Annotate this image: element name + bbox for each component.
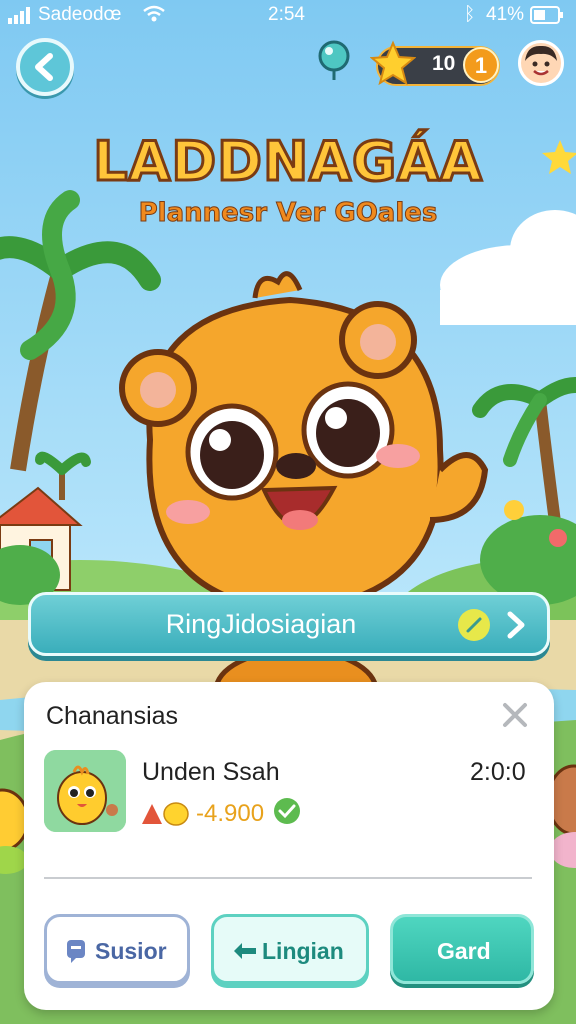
chevron-right-icon xyxy=(507,611,525,639)
coin-count: 10 xyxy=(432,52,456,75)
avatar[interactable] xyxy=(518,40,564,86)
clock-label: 2:54 xyxy=(268,4,305,25)
reward-card: Chanansias Unden Ssah 2:0:0 -4.900 Susio… xyxy=(24,682,554,1010)
card-title: Chanansias xyxy=(46,702,179,730)
map-pin-button[interactable] xyxy=(314,40,354,80)
user-face-icon xyxy=(525,45,557,76)
star-badge-icon xyxy=(370,40,416,86)
wifi-icon xyxy=(143,5,165,22)
battery-label: 41% xyxy=(486,4,525,25)
item-name: Unden Ssah xyxy=(142,758,280,786)
item-thumbnail xyxy=(44,750,126,832)
arrows-icon xyxy=(234,943,256,959)
back-button[interactable] xyxy=(16,38,74,96)
main-action-button[interactable]: RingJidosiagian xyxy=(28,592,550,656)
item-time: 2:0:0 xyxy=(470,758,526,786)
badge-icons xyxy=(142,802,189,826)
item-price: -4.900 xyxy=(196,800,265,827)
battery-icon xyxy=(530,6,563,24)
gard-button[interactable]: Gard xyxy=(390,914,534,984)
carrier-label: Sadeodœ xyxy=(38,4,122,25)
coin-icon: 1 xyxy=(463,47,499,83)
message-icon xyxy=(67,940,85,963)
signal-icon xyxy=(8,7,30,24)
close-icon[interactable] xyxy=(500,700,530,730)
game-subtitle: Plannesr Ver GOales xyxy=(138,198,438,229)
status-bar: Sadeodœ 2:54 ᛒ 41% xyxy=(0,0,576,30)
lingian-button[interactable]: Lingian xyxy=(211,914,369,984)
chick-character-icon xyxy=(44,750,126,832)
check-circle-icon xyxy=(274,798,300,824)
chevron-left-icon xyxy=(35,53,53,81)
map-pin-icon xyxy=(318,40,350,80)
gard-label: Gard xyxy=(437,938,491,964)
game-title: LADDNAGÁA xyxy=(92,129,484,195)
main-action-label: RingJidosiagian xyxy=(165,609,357,639)
susior-label: Susior xyxy=(95,938,167,964)
pencil-check-icon xyxy=(458,609,490,641)
divider xyxy=(44,877,532,879)
bluetooth-icon: ᛒ xyxy=(464,4,476,25)
susior-button[interactable]: Susior xyxy=(44,914,190,984)
svg-text:1: 1 xyxy=(475,53,487,78)
lingian-label: Lingian xyxy=(262,938,344,964)
